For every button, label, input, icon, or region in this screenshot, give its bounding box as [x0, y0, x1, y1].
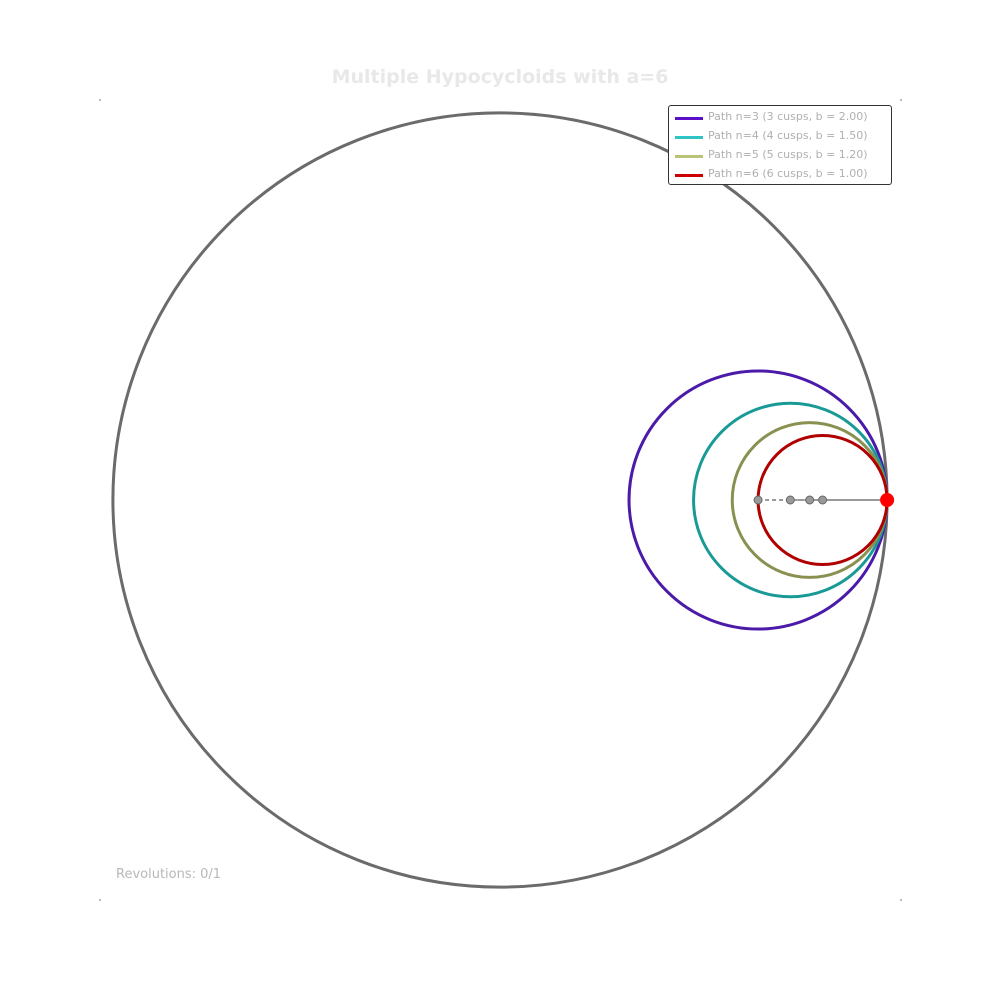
legend-swatch-n4	[675, 136, 703, 139]
axis-corner-top-left	[99, 99, 101, 101]
chart-title: Multiple Hypocycloids with a=6	[331, 66, 669, 88]
legend-label-n5: Path n=5 (5 cusps, b = 1.20)	[708, 148, 868, 161]
legend-label-n6: Path n=6 (6 cusps, b = 1.00)	[708, 167, 868, 180]
axis-corner-top-right	[900, 99, 902, 101]
legend-label-n4: Path n=4 (4 cusps, b = 1.50)	[708, 129, 868, 142]
rolling-center-5	[805, 495, 815, 505]
legend-item-n3: Path n=3 (3 cusps, b = 2.00)	[669, 109, 891, 128]
tracing-point-layer	[880, 493, 895, 507]
rolling-center-4	[785, 495, 795, 505]
fixed-circle-layer	[111, 111, 889, 889]
axis-corner-bottom-right	[900, 899, 902, 901]
legend-item-n5: Path n=5 (5 cusps, b = 1.20)	[669, 147, 891, 166]
legend: Path n=3 (3 cusps, b = 2.00) Path n=4 (4…	[668, 105, 892, 185]
legend-swatch-n6	[675, 174, 703, 177]
legend-label-n3: Path n=3 (3 cusps, b = 2.00)	[708, 110, 868, 123]
revolutions-status: Revolutions: 0/1	[116, 867, 222, 882]
tracing-point	[880, 493, 895, 507]
legend-item-n4: Path n=4 (4 cusps, b = 1.50)	[669, 128, 891, 147]
legend-swatch-n5	[675, 155, 703, 158]
rolling-center-6	[818, 495, 828, 505]
legend-item-n6: Path n=6 (6 cusps, b = 1.00)	[669, 166, 891, 185]
axis-corner-bottom-left	[99, 899, 101, 901]
fixed-circle	[111, 111, 889, 889]
rolling-center-3	[753, 495, 763, 505]
legend-swatch-n3	[675, 117, 703, 120]
